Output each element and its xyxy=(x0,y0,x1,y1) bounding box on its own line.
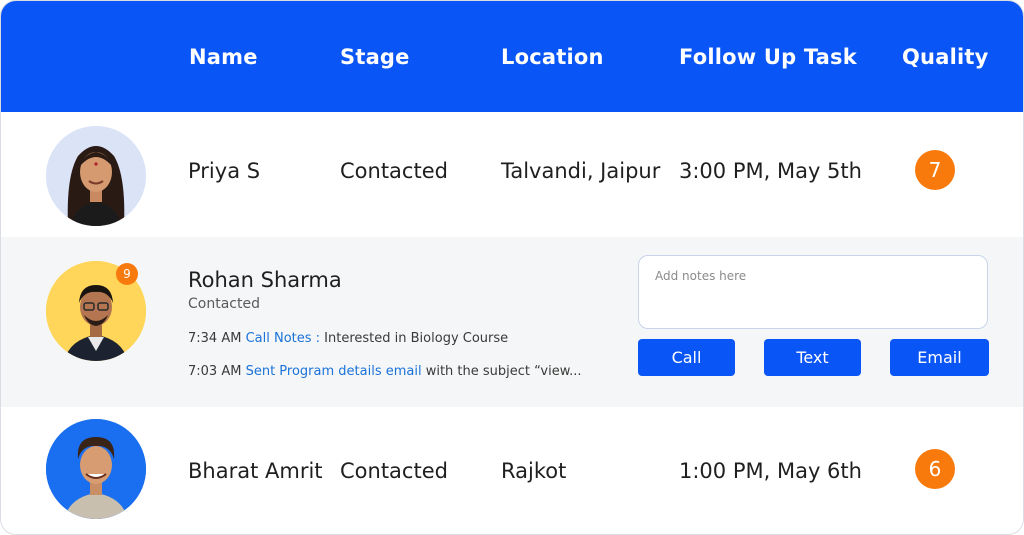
table-row-expanded[interactable]: 9 Rohan Sharma Contacted 7:34 AM Call No… xyxy=(1,237,1023,407)
lead-name[interactable]: Bharat Amrit xyxy=(188,459,323,483)
activity-time: 7:03 AM xyxy=(188,364,242,379)
quality-score-badge: 7 xyxy=(915,150,955,190)
activity-item: 7:03 AM Sent Program details email with … xyxy=(188,364,582,379)
lead-location: Talvandi, Jaipur xyxy=(501,159,661,183)
activity-link[interactable]: Call Notes : xyxy=(246,331,320,346)
activity-text: with the subject “view... xyxy=(421,364,582,379)
email-button[interactable]: Email xyxy=(890,339,989,376)
text-button[interactable]: Text xyxy=(764,339,861,376)
activity-time: 7:34 AM xyxy=(188,331,242,346)
avatar-priya xyxy=(46,126,146,226)
call-button[interactable]: Call xyxy=(638,339,735,376)
lead-location: Rajkot xyxy=(501,459,567,483)
lead-follow-up: 3:00 PM, May 5th xyxy=(679,159,862,183)
column-header-follow-up[interactable]: Follow Up Task xyxy=(679,45,857,69)
table-header: Name Stage Location Follow Up Task Quali… xyxy=(1,1,1023,112)
lead-follow-up: 1:00 PM, May 6th xyxy=(679,459,862,483)
person-avatar-icon xyxy=(46,419,146,519)
notes-input[interactable]: Add notes here xyxy=(638,255,988,329)
lead-stage: Contacted xyxy=(188,296,260,312)
avatar-bharat xyxy=(46,419,146,519)
column-header-stage[interactable]: Stage xyxy=(340,45,410,69)
lead-stage: Contacted xyxy=(340,459,448,483)
activity-link[interactable]: Sent Program details email xyxy=(246,364,422,379)
activity-item: 7:34 AM Call Notes : Interested in Biolo… xyxy=(188,331,508,346)
activity-text: Interested in Biology Course xyxy=(320,331,509,346)
lead-name[interactable]: Priya S xyxy=(188,159,260,183)
person-avatar-icon xyxy=(46,126,146,226)
column-header-location[interactable]: Location xyxy=(501,45,604,69)
column-header-quality[interactable]: Quality xyxy=(902,45,989,69)
notification-count-badge: 9 xyxy=(116,263,138,285)
column-header-name[interactable]: Name xyxy=(189,45,258,69)
lead-name[interactable]: Rohan Sharma xyxy=(188,268,342,292)
leads-table-card: Name Stage Location Follow Up Task Quali… xyxy=(0,0,1024,535)
table-row[interactable]: Bharat Amrit Contacted Rajkot 1:00 PM, M… xyxy=(1,407,1023,534)
lead-stage: Contacted xyxy=(340,159,448,183)
notes-placeholder: Add notes here xyxy=(655,269,747,283)
table-row[interactable]: Priya S Contacted Talvandi, Jaipur 3:00 … xyxy=(1,112,1023,237)
quality-score-badge: 6 xyxy=(915,449,955,489)
